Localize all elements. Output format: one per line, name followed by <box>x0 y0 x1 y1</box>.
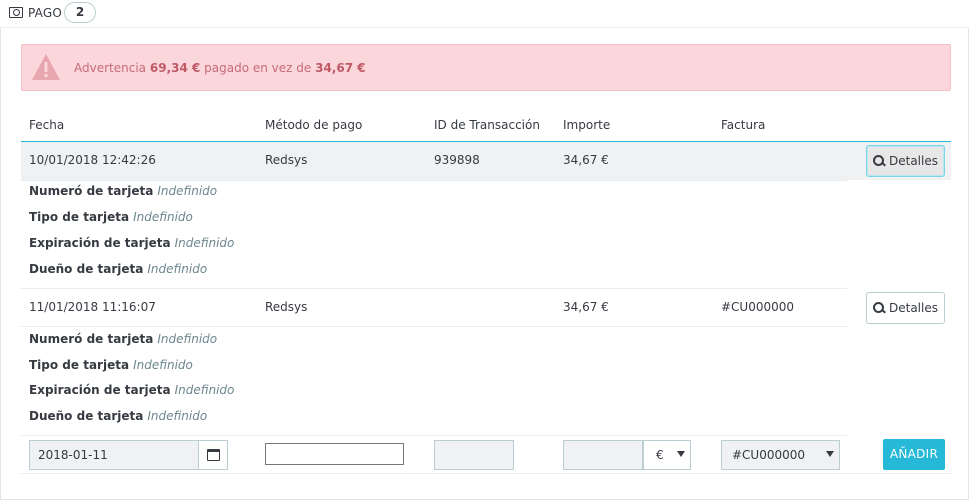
row-divider <box>21 180 847 181</box>
money-icon <box>9 7 23 18</box>
chevron-down-icon <box>826 451 834 457</box>
currency-value: € <box>656 448 664 462</box>
details-button[interactable]: Detalles <box>866 145 945 177</box>
table-row: 11/01/2018 11:16:07 Redsys 34,67 € #CU00… <box>21 289 951 327</box>
detail-value: Indefinido <box>157 332 218 346</box>
detail-label: Tipo de tarjeta <box>29 358 130 372</box>
search-icon <box>873 302 885 314</box>
detail-value: Indefinido <box>174 236 235 250</box>
payment-amount: 34,67 € <box>563 300 609 314</box>
payment-method: Redsys <box>265 300 308 314</box>
column-transaction-id: ID de Transacción <box>434 118 540 132</box>
table-row: 10/01/2018 12:42:26 Redsys 939898 34,67 … <box>21 142 951 180</box>
alert-middle-text: pagado en vez de <box>204 61 312 75</box>
detail-value: Indefinido <box>147 262 208 276</box>
detail-label: Dueño de tarjeta <box>29 409 144 423</box>
payment-count-badge: 2 <box>64 2 96 23</box>
payment-invoice: #CU000000 <box>721 300 795 314</box>
transaction-id-input[interactable] <box>434 440 514 470</box>
column-payment-method: Método de pago <box>265 118 363 132</box>
payment-date-input[interactable]: 2018-01-11 <box>29 440 198 470</box>
add-payment-button[interactable]: AÑADIR <box>883 439 945 470</box>
card-number-detail: Numeró de tarjeta Indefinido <box>29 184 217 198</box>
detail-value: Indefinido <box>174 383 235 397</box>
alert-message: Advertencia 69,34 € pagado en vez de 34,… <box>74 61 366 75</box>
card-number-detail: Numeró de tarjeta Indefinido <box>29 332 217 346</box>
details-button-label: Detalles <box>889 301 938 315</box>
alert-expected-amount: 34,67 € <box>315 61 366 75</box>
payment-date: 10/01/2018 12:42:26 <box>29 153 156 167</box>
calendar-icon <box>206 449 220 461</box>
card-owner-detail: Dueño de tarjeta Indefinido <box>29 409 207 423</box>
row-divider <box>21 326 847 327</box>
payments-table-header: Fecha Método de pago ID de Transacción I… <box>21 112 951 142</box>
card-expiration-detail: Expiración de tarjeta Indefinido <box>29 383 234 397</box>
details-button[interactable]: Detalles <box>866 292 945 324</box>
column-invoice: Factura <box>721 118 766 132</box>
detail-value: Indefinido <box>157 184 218 198</box>
alert-paid-amount: 69,34 € <box>149 61 201 75</box>
alert-prefix: Advertencia <box>74 61 147 75</box>
row-divider <box>21 473 951 474</box>
card-owner-detail: Dueño de tarjeta Indefinido <box>29 262 207 276</box>
payment-method-input[interactable] <box>265 443 404 465</box>
row-divider <box>21 435 847 436</box>
transaction-id: 939898 <box>434 153 480 167</box>
panel-header: PAGO 2 <box>0 0 969 28</box>
payment-method: Redsys <box>265 153 308 167</box>
detail-value: Indefinido <box>133 358 193 372</box>
payment-amount: 34,67 € <box>563 153 609 167</box>
detail-label: Dueño de tarjeta <box>29 262 144 276</box>
currency-select[interactable]: € <box>643 440 691 470</box>
detail-value: Indefinido <box>133 210 193 224</box>
invoice-value: #CU000000 <box>732 448 806 462</box>
details-button-label: Detalles <box>889 154 938 168</box>
calendar-button[interactable] <box>198 440 228 470</box>
detail-label: Expiración de tarjeta <box>29 236 171 250</box>
detail-label: Numeró de tarjeta <box>29 184 154 198</box>
payment-date: 11/01/2018 11:16:07 <box>29 300 156 314</box>
detail-label: Numeró de tarjeta <box>29 332 154 346</box>
chevron-down-icon <box>677 451 685 457</box>
detail-value: Indefinido <box>147 409 208 423</box>
amount-input[interactable] <box>563 440 643 470</box>
card-type-detail: Tipo de tarjeta Indefinido <box>29 210 193 224</box>
card-type-detail: Tipo de tarjeta Indefinido <box>29 358 193 372</box>
search-icon <box>873 155 885 167</box>
detail-label: Tipo de tarjeta <box>29 210 130 224</box>
column-date: Fecha <box>29 118 65 132</box>
detail-label: Expiración de tarjeta <box>29 383 171 397</box>
panel-title: PAGO <box>28 6 63 20</box>
column-amount: Importe <box>563 118 611 132</box>
card-expiration-detail: Expiración de tarjeta Indefinido <box>29 236 234 250</box>
warning-icon <box>32 54 60 80</box>
invoice-select[interactable]: #CU000000 <box>721 440 840 470</box>
payment-warning-alert: Advertencia 69,34 € pagado en vez de 34,… <box>21 44 951 91</box>
